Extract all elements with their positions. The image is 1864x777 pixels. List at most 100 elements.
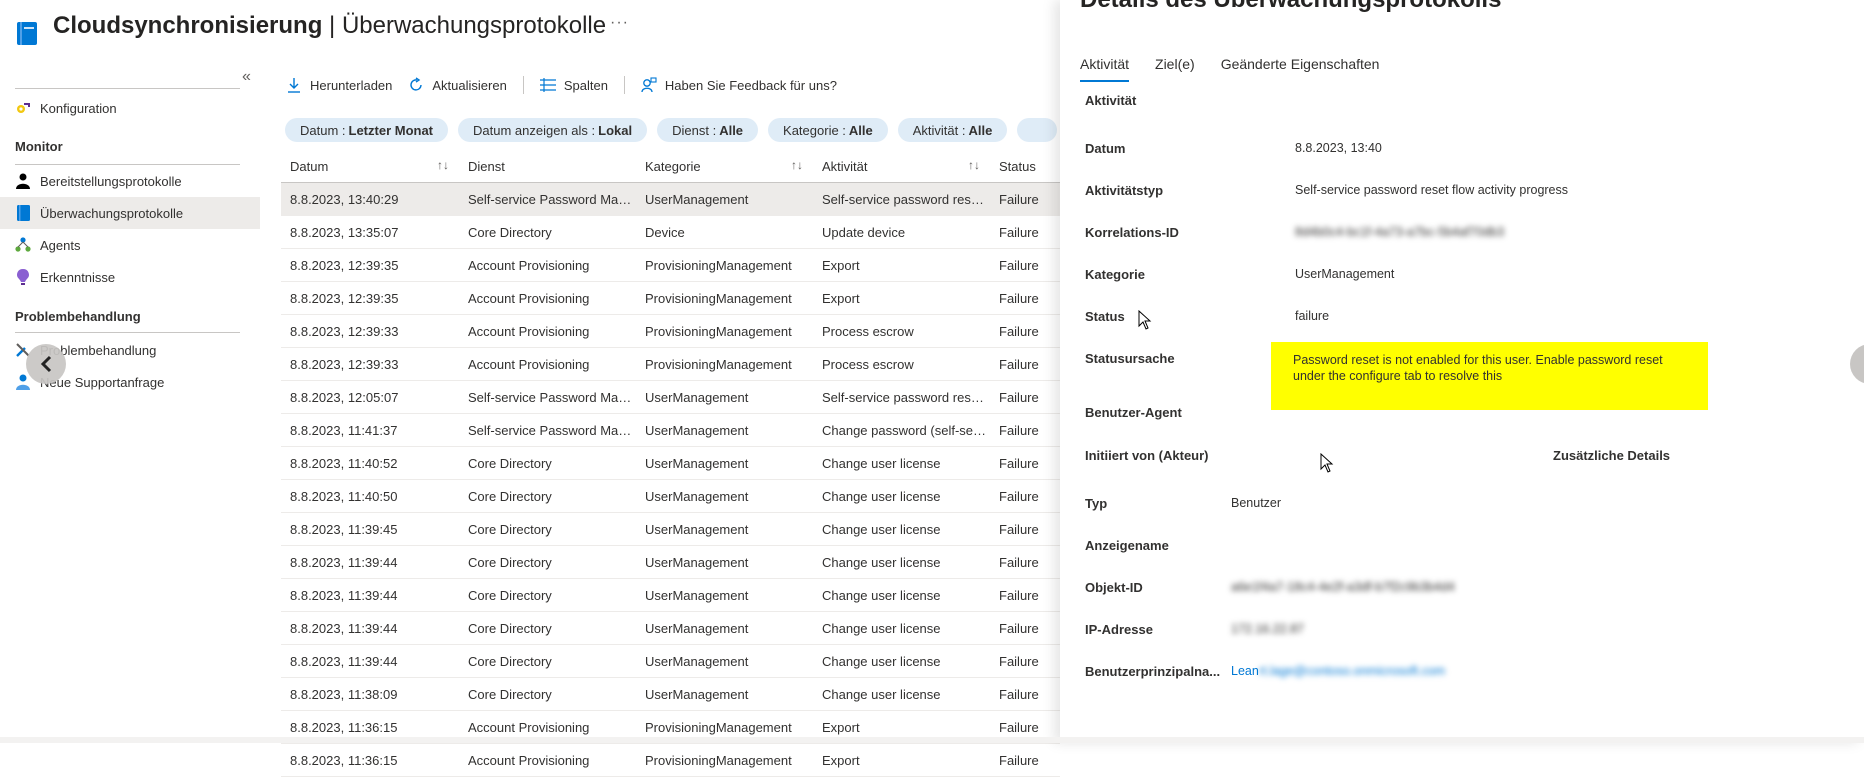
cell-aktivitaet: Process escrow — [822, 356, 914, 372]
sidebar-item-erkenntnisse[interactable]: Erkenntnisse — [0, 261, 260, 293]
sidebar-item-konfiguration[interactable]: Konfiguration — [0, 92, 260, 124]
cell-datum: 8.8.2023, 11:39:44 — [290, 653, 398, 669]
collapse-sidebar-button[interactable]: « — [242, 68, 251, 86]
column-header-label: Status — [999, 158, 1036, 174]
field-label-ip-adresse: IP-Adresse — [1085, 622, 1153, 637]
filter-key: Datum anzeigen als : — [473, 122, 596, 138]
filter-pill-aktivitaet[interactable]: Aktivität : Alle — [897, 118, 1008, 142]
filter-pill-kategorie[interactable]: Kategorie : Alle — [768, 118, 888, 142]
sidebar-item-bereitstellungsprotokolle[interactable]: Bereitstellungsprotokolle — [0, 165, 260, 197]
cell-status: Failure — [999, 290, 1039, 306]
nav-divider — [15, 88, 240, 89]
table-row[interactable]: 8.8.2023, 11:39:44 Core Directory UserMana… — [281, 612, 1060, 645]
columns-icon — [539, 77, 556, 93]
tab-ziele[interactable]: Ziel(e) — [1155, 56, 1195, 86]
sidebar-item-agents[interactable]: Agents — [0, 229, 260, 261]
filter-value: Alle — [719, 122, 744, 138]
table-row[interactable]: 8.8.2023, 11:38:09 Core Directory UserMana… — [281, 678, 1060, 711]
field-label-datum: Datum — [1085, 141, 1126, 156]
cell-kategorie: UserManagement — [645, 455, 749, 471]
cell-status: Failure — [999, 620, 1039, 636]
cell-kategorie: UserManagement — [645, 521, 749, 537]
feedback-person-icon — [641, 77, 657, 93]
mouse-cursor-icon — [1138, 309, 1152, 333]
cell-datum: 8.8.2023, 13:40:29 — [290, 191, 399, 207]
horizontal-scrollbar[interactable] — [0, 737, 1864, 743]
field-value-korrelations-id: 8d4b0c4-bc1f-4a73-a7bc-5b4af70db3 — [1295, 225, 1505, 239]
table-row[interactable]: 8.8.2023, 11:39:44 Core Directory UserMana… — [281, 546, 1060, 579]
cell-status: Failure — [999, 752, 1039, 768]
filter-pill-datum[interactable]: Datum : Letzter Monat — [285, 118, 449, 142]
tab-geaenderte-eigenschaften[interactable]: Geänderte Eigenschaften — [1221, 56, 1380, 86]
cell-dienst: Core Directory — [468, 686, 552, 702]
cell-aktivitaet: Update device — [822, 224, 906, 240]
table-row[interactable]: 8.8.2023, 12:39:35 Account Provisioning Pr… — [281, 282, 1060, 315]
filter-value: Lokal — [598, 122, 633, 138]
section-heading-aktivitaet: Aktivität — [1085, 93, 1137, 108]
cell-datum: 8.8.2023, 13:35:07 — [290, 224, 399, 240]
filter-pill-datum-anzeigen[interactable]: Datum anzeigen als : Lokal — [458, 118, 648, 142]
table-row[interactable]: 8.8.2023, 12:39:35 Account Provisioning Pr… — [281, 249, 1060, 282]
table-row[interactable]: 8.8.2023, 12:05:07 Self-service Password … — [281, 381, 1060, 414]
filter-key: Kategorie : — [783, 122, 846, 138]
sidebar-item-ueberwachungsprotokolle[interactable]: Überwachungsprotokolle — [0, 197, 260, 229]
column-header-dienst[interactable]: Dienst — [459, 150, 636, 182]
cell-datum: 8.8.2023, 11:39:45 — [290, 521, 398, 537]
status-reason-highlight: Password reset is not enabled for this u… — [1271, 342, 1708, 410]
filter-value: Alle — [848, 122, 873, 138]
person-icon — [15, 173, 31, 189]
table-row[interactable]: 8.8.2023, 11:40:50 Core Directory UserMana… — [281, 480, 1060, 513]
cell-dienst: Core Directory — [468, 455, 552, 471]
table-row[interactable]: 8.8.2023, 13:40:29 Self-service Password … — [281, 183, 1060, 216]
cell-datum: 8.8.2023, 11:39:44 — [290, 587, 398, 603]
column-header-aktivitaet[interactable]: Aktivität ↑↓ — [813, 150, 990, 182]
table-row[interactable]: 8.8.2023, 11:40:52 Core Directory UserMana… — [281, 447, 1060, 480]
table-row[interactable]: 8.8.2023, 11:39:45 Core Directory UserMana… — [281, 513, 1060, 546]
cell-kategorie: UserManagement — [645, 620, 749, 636]
cell-aktivitaet: Change user license — [822, 620, 941, 636]
cell-dienst: Account Provisioning — [468, 356, 590, 372]
sidebar-item-label: Bereitstellungsprotokolle — [40, 173, 182, 189]
column-header-datum[interactable]: Datum ↑↓ — [281, 150, 459, 182]
refresh-button[interactable]: Aktualisieren — [408, 77, 507, 93]
download-button[interactable]: Herunterladen — [286, 77, 392, 93]
sort-icon: ↑↓ — [968, 158, 980, 172]
filter-pill-more[interactable] — [1017, 118, 1058, 142]
tab-aktivitaet[interactable]: Aktivität — [1080, 56, 1130, 86]
cell-datum: 8.8.2023, 11:38:09 — [290, 686, 398, 702]
cell-datum: 8.8.2023, 11:39:44 — [290, 554, 398, 570]
sort-icon: ↑↓ — [791, 158, 803, 172]
cell-status: Failure — [999, 257, 1039, 273]
table-row[interactable]: 8.8.2023, 11:39:44 Core Directory UserMana… — [281, 645, 1060, 678]
table-row[interactable]: 8.8.2023, 11:41:37 Self-service Password … — [281, 414, 1060, 447]
chevron-left-icon[interactable] — [26, 344, 66, 384]
table-row[interactable]: 8.8.2023, 11:36:15 Account Provisioning Pr… — [281, 744, 1060, 777]
cell-datum: 8.8.2023, 12:39:33 — [290, 323, 399, 339]
cell-datum: 8.8.2023, 11:36:15 — [290, 719, 398, 735]
filter-pill-dienst[interactable]: Dienst : Alle — [657, 118, 759, 142]
lightbulb-icon — [15, 269, 31, 285]
column-header-status[interactable]: Status — [990, 150, 1060, 182]
cell-dienst: Account Provisioning — [468, 323, 590, 339]
toolbar-divider — [522, 76, 524, 94]
panel-title: Details des Überwachungsprotokolls — [1080, 0, 1501, 14]
table-row[interactable]: 8.8.2023, 12:39:33 Account Provisioning Pr… — [281, 315, 1060, 348]
cell-status: Failure — [999, 389, 1039, 405]
column-header-kategorie[interactable]: Kategorie ↑↓ — [636, 150, 813, 182]
more-options-button[interactable]: ··· — [610, 14, 629, 32]
columns-button[interactable]: Spalten — [539, 77, 608, 93]
details-tabs: Aktivität Ziel(e) Geänderte Eigenschafte… — [1080, 56, 1405, 86]
upn-link-blurred[interactable]: rt.lage@contoso.onmicrosoft.com — [1259, 664, 1445, 678]
cell-aktivitaet: Change password (self-serv... — [822, 422, 990, 438]
table-row[interactable]: 8.8.2023, 12:39:33 Account Provisioning Pr… — [281, 348, 1060, 381]
cell-aktivitaet: Export — [822, 290, 860, 306]
columns-label: Spalten — [563, 77, 608, 93]
column-header-label: Aktivität — [822, 158, 868, 174]
upn-link-visible[interactable]: Lean — [1231, 664, 1259, 678]
field-value-benutzerprinzipalname[interactable]: Leanrt.lage@contoso.onmicrosoft.com — [1231, 664, 1445, 678]
table-row[interactable]: 8.8.2023, 13:35:07 Core Directory Device Up… — [281, 216, 1060, 249]
feedback-button[interactable]: Haben Sie Feedback für uns? — [641, 77, 837, 93]
cell-datum: 8.8.2023, 12:39:33 — [290, 356, 399, 372]
section-heading-zusaetzliche-details: Zusätzliche Details — [1553, 448, 1671, 463]
table-row[interactable]: 8.8.2023, 11:39:44 Core Directory UserMana… — [281, 579, 1060, 612]
